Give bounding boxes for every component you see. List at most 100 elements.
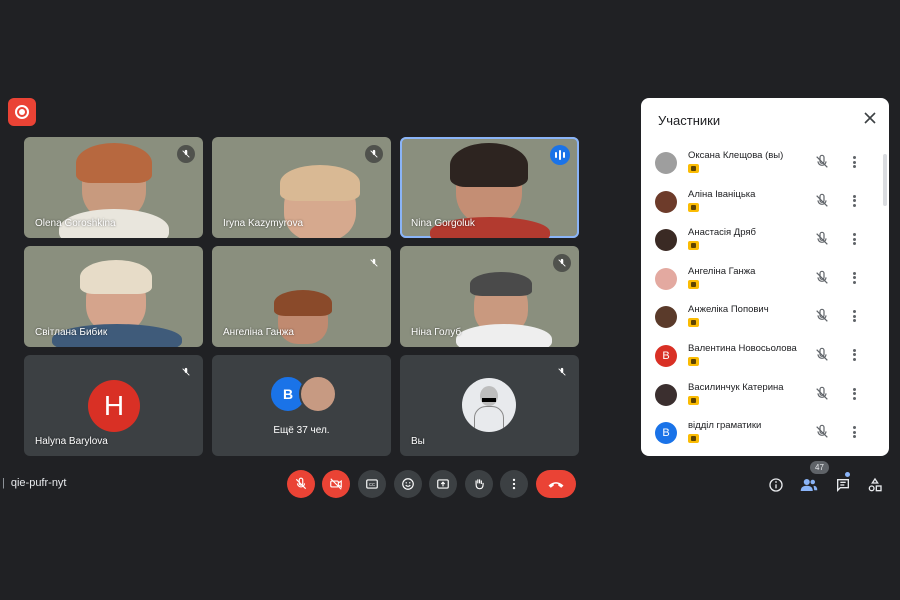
participant-name: Ангеліна Ганжа [223, 327, 294, 338]
avatar [655, 383, 677, 406]
svg-text:CC: CC [369, 482, 375, 487]
video-tile[interactable]: Світлана Бибик [24, 246, 203, 347]
participants-button[interactable] [800, 476, 818, 494]
mic-off-icon [553, 363, 571, 381]
participant-name: Ніна Голуб [411, 327, 462, 338]
more-vert-icon[interactable] [848, 231, 860, 247]
raise-hand-button[interactable] [465, 470, 493, 498]
participant-row[interactable]: Оксана Клещова (вы) [641, 146, 881, 185]
participant-row[interactable]: Ввідділ граматики [641, 416, 881, 455]
participants-panel: Участники Оксана Клещова (вы) Аліна Івані… [641, 98, 889, 456]
video-tile-active-speaker[interactable]: Nina Gorgoluk [400, 137, 579, 238]
mic-off-icon[interactable] [814, 347, 830, 363]
video-tile[interactable]: Ніна Голуб [400, 246, 579, 347]
participant-name: Валентина Новосьолова [688, 342, 797, 354]
role-badge-icon [688, 434, 699, 444]
mic-toggle-button[interactable] [287, 470, 315, 498]
mic-off-icon [177, 363, 195, 381]
captions-button[interactable]: CC [358, 470, 386, 498]
close-icon[interactable] [863, 111, 877, 125]
participant-name: Оксана Клещова (вы) [688, 150, 784, 161]
avatar [655, 229, 677, 252]
self-tile[interactable]: Вы [400, 355, 579, 456]
participant-name: Аліна Іваніцька [688, 188, 756, 200]
activities-icon [868, 477, 882, 492]
more-options-button[interactable] [500, 470, 528, 498]
participant-row[interactable]: Аліна Іваніцька [641, 185, 881, 224]
role-badge-icon [688, 202, 699, 212]
participant-list: Оксана Клещова (вы) Аліна Іваніцька Анаста… [641, 146, 881, 455]
more-vert-icon[interactable] [848, 270, 860, 286]
avatar [655, 152, 677, 174]
avatar [655, 190, 677, 213]
more-participants-tile[interactable]: B Ещё 37 чел. [212, 355, 391, 456]
chat-button[interactable] [834, 476, 852, 494]
role-badge-icon [688, 279, 699, 289]
mic-off-icon[interactable] [814, 308, 830, 324]
more-vert-icon[interactable] [848, 424, 860, 440]
meeting-code-divider: | [2, 477, 5, 489]
video-tile[interactable]: Iryna Kazymyrova [212, 137, 391, 238]
meeting-code: | qie-pufr-nyt [2, 477, 67, 489]
mic-off-icon [365, 254, 383, 272]
participant-count-badge: 47 [810, 461, 829, 474]
chat-icon [837, 479, 849, 492]
camera-toggle-button[interactable] [322, 470, 350, 498]
role-badge-icon [688, 241, 699, 251]
role-badge-icon [688, 318, 699, 328]
panel-title: Участники [658, 113, 721, 128]
participant-name: Вы [411, 436, 425, 447]
mic-off-icon [553, 254, 571, 272]
participant-name: Світлана Бибик [35, 327, 108, 338]
more-vert-icon[interactable] [848, 308, 860, 324]
leave-call-button[interactable] [536, 470, 576, 498]
participant-name: Halyna Barylova [35, 436, 108, 447]
activities-button[interactable] [866, 476, 884, 494]
avatar-tile[interactable]: H Halyna Barylova [24, 355, 203, 456]
participant-row[interactable]: Анжеліка Попович [641, 300, 881, 339]
avatar: В [655, 344, 677, 367]
record-icon [15, 105, 29, 119]
mic-off-icon[interactable] [814, 231, 830, 247]
mic-off-icon [177, 145, 195, 163]
more-participants-label: Ещё 37 чел. [273, 425, 330, 436]
scrollbar[interactable] [883, 154, 887, 206]
avatar: В [655, 422, 677, 445]
more-vert-icon[interactable] [848, 154, 860, 170]
video-tile[interactable]: Olena Goroshkina [24, 137, 203, 238]
mic-off-icon[interactable] [814, 193, 830, 209]
participant-name: Анжеліка Попович [688, 304, 769, 316]
mic-off-icon[interactable] [814, 424, 830, 440]
more-vert-icon[interactable] [848, 386, 860, 402]
people-icon [800, 479, 818, 491]
reactions-button[interactable] [394, 470, 422, 498]
more-vert-icon [512, 478, 516, 490]
raise-hand-icon [475, 479, 484, 490]
meeting-details-button[interactable] [767, 476, 785, 494]
more-vert-icon[interactable] [848, 347, 860, 363]
more-vert-icon[interactable] [848, 193, 860, 209]
participant-name: Ангеліна Ганжа [688, 265, 756, 277]
participant-name: відділ граматики [688, 420, 762, 432]
mic-off-icon [365, 145, 383, 163]
present-button[interactable] [429, 470, 457, 498]
mic-off-icon[interactable] [814, 386, 830, 402]
participant-name: Анастасія Дряб [688, 227, 756, 239]
participant-row[interactable]: Василинчук Катерина [641, 378, 881, 417]
video-tile[interactable]: Ангеліна Ганжа [212, 246, 391, 347]
present-icon [437, 479, 449, 489]
avatar [299, 375, 337, 413]
mic-off-icon[interactable] [814, 154, 830, 170]
mic-off-icon [295, 477, 307, 490]
emoji-icon [402, 478, 414, 490]
participant-name: Nina Gorgoluk [411, 218, 475, 229]
avatar: H [88, 380, 140, 432]
recording-indicator[interactable] [8, 98, 36, 126]
participant-row[interactable]: Анастасія Дряб [641, 223, 881, 262]
avatar [655, 267, 677, 290]
participant-name: Василинчук Катерина [688, 381, 784, 393]
info-icon [769, 478, 783, 492]
participant-row[interactable]: Ангеліна Ганжа [641, 262, 881, 301]
mic-off-icon[interactable] [814, 270, 830, 286]
participant-row[interactable]: В Валентина Новосьолова [641, 339, 881, 378]
